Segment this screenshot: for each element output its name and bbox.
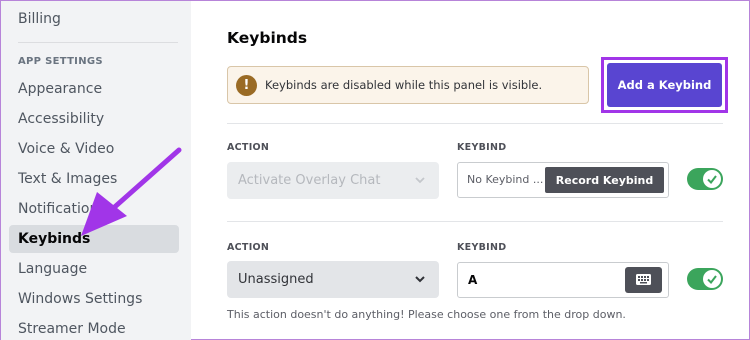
- chevron-down-icon: [415, 177, 425, 184]
- toggle-knob: [703, 170, 721, 188]
- check-icon: [707, 175, 717, 185]
- action-label: ACTION: [227, 242, 270, 253]
- action-select-disabled: Activate Overlay Chat: [227, 162, 439, 199]
- help-text: This action doesn't do anything! Please …: [227, 308, 626, 321]
- action-select-value: Unassigned: [238, 272, 314, 287]
- sidebar-divider: [18, 42, 178, 43]
- warning-icon: !: [236, 75, 257, 96]
- keybind-toggle[interactable]: [687, 268, 723, 290]
- sidebar-item-streamer-mode[interactable]: Streamer Mode: [9, 315, 179, 340]
- sidebar-section-header: APP SETTINGS: [18, 56, 103, 67]
- keybind-field[interactable]: No Keybind ... Record Keybind: [457, 162, 669, 198]
- add-keybind-button[interactable]: Add a Keybind: [607, 63, 722, 107]
- sidebar-item-windows-settings[interactable]: Windows Settings: [9, 285, 179, 313]
- chevron-down-icon: [415, 276, 425, 283]
- sidebar-item-accessibility[interactable]: Accessibility: [9, 105, 179, 133]
- notice-text: Keybinds are disabled while this panel i…: [265, 78, 543, 92]
- sidebar-item-billing[interactable]: Billing: [9, 5, 179, 33]
- keybind-field[interactable]: A: [457, 262, 669, 298]
- sidebar-item-appearance[interactable]: Appearance: [9, 75, 179, 103]
- action-select[interactable]: Unassigned: [227, 261, 439, 298]
- keybind-label: KEYBIND: [457, 142, 507, 153]
- pointer-arrow-icon: [81, 147, 182, 236]
- keyboard-icon: [636, 274, 651, 285]
- toggle-knob: [703, 270, 721, 288]
- keybind-toggle[interactable]: [687, 168, 723, 190]
- action-select-value: Activate Overlay Chat: [238, 173, 381, 188]
- divider: [227, 123, 723, 124]
- record-keybind-button[interactable]: Record Keybind: [545, 167, 664, 193]
- sidebar-item-language[interactable]: Language: [9, 255, 179, 283]
- warning-notice: ! Keybinds are disabled while this panel…: [227, 66, 589, 104]
- keybind-value: A: [468, 273, 478, 287]
- divider: [227, 221, 723, 222]
- keybind-label: KEYBIND: [457, 242, 507, 253]
- keyboard-button[interactable]: [625, 267, 662, 293]
- page-title: Keybinds: [227, 29, 308, 47]
- check-icon: [707, 275, 717, 285]
- keybind-placeholder: No Keybind ...: [467, 173, 544, 186]
- action-label: ACTION: [227, 142, 270, 153]
